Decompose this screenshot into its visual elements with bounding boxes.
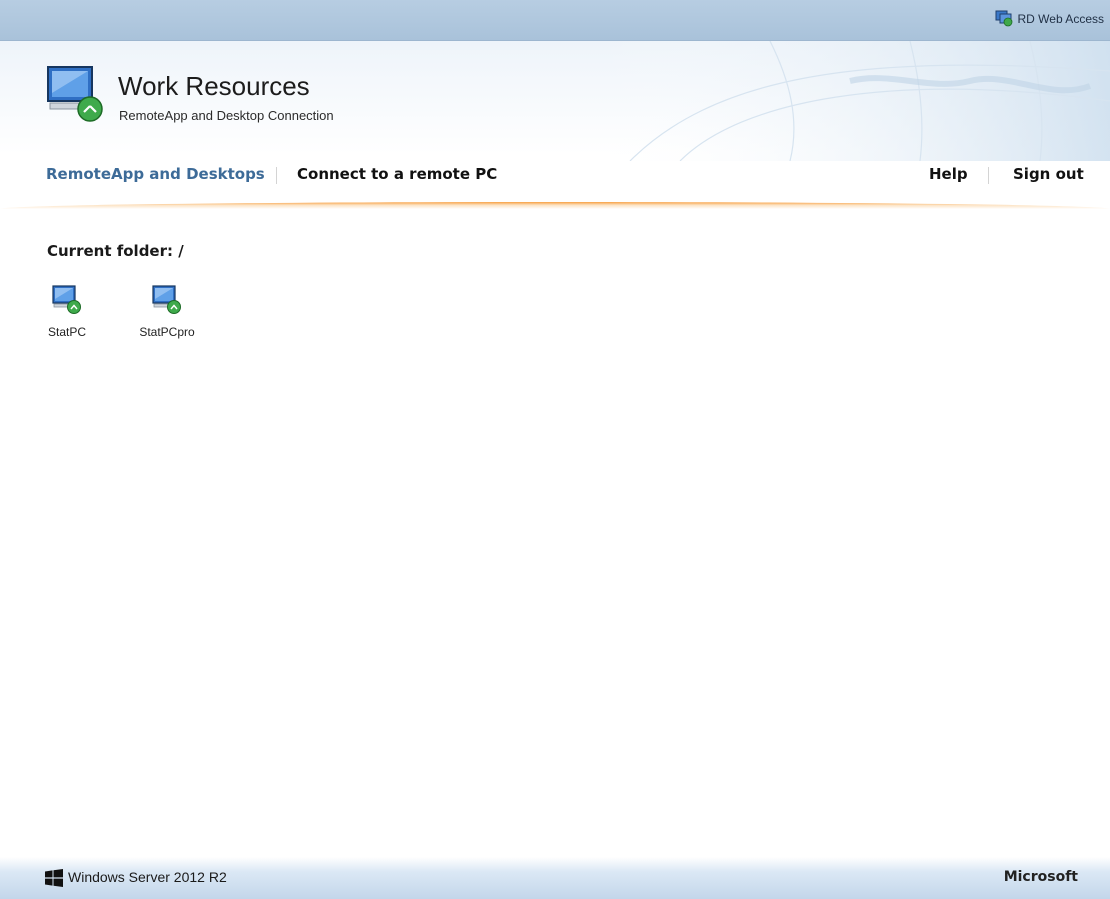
top-bar: RD Web Access [0, 0, 1110, 41]
page-title: Work Resources [118, 71, 310, 101]
windows-logo-icon [45, 869, 63, 891]
globe-background-graphic [590, 41, 1110, 161]
nav-separator [276, 167, 277, 184]
remote-desktop-icon [150, 285, 184, 321]
page-subtitle: RemoteApp and Desktop Connection [119, 108, 334, 123]
rd-web-access-label[interactable]: RD Web Access [995, 9, 1104, 29]
footer: Windows Server 2012 R2 Microsoft [0, 857, 1110, 899]
resource-statpcpro[interactable]: StatPCpro [132, 283, 202, 339]
resource-statpc[interactable]: StatPC [32, 283, 102, 339]
resource-label: StatPC [47, 325, 86, 339]
rd-web-access-text: RD Web Access [1017, 12, 1104, 26]
current-folder-label: Current folder: / [47, 242, 184, 260]
remote-desktop-icon [50, 285, 84, 321]
remote-desktop-logo-icon [44, 63, 106, 129]
microsoft-brand: Microsoft [1003, 869, 1078, 885]
nav-separator [988, 167, 989, 184]
nav-connect-remote-pc[interactable]: Connect to a remote PC [297, 165, 497, 183]
main-navigation: RemoteApp and Desktops Connect to a remo… [0, 165, 1110, 191]
nav-help-link[interactable]: Help [929, 165, 968, 183]
nav-divider [0, 202, 1110, 209]
rd-web-access-icon [995, 9, 1013, 30]
os-label: Windows Server 2012 R2 [68, 869, 227, 885]
nav-remoteapp-desktops[interactable]: RemoteApp and Desktops [46, 165, 265, 183]
nav-sign-out-link[interactable]: Sign out [1013, 165, 1084, 183]
resource-label: StatPCpro [139, 325, 195, 339]
